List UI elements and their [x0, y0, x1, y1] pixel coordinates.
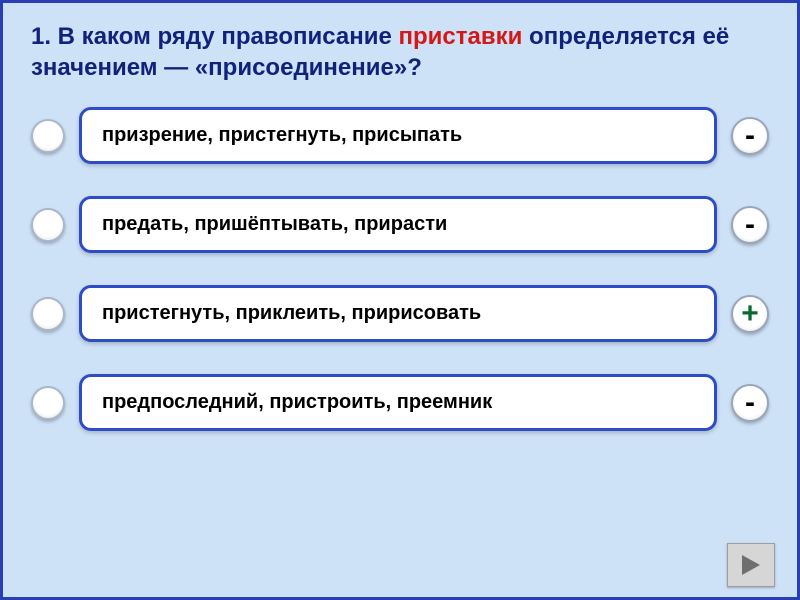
question-highlight: приставки: [399, 23, 523, 50]
result-mark: +: [731, 295, 769, 333]
mark-symbol: -: [745, 210, 755, 240]
mark-symbol: -: [745, 121, 755, 151]
radio-button[interactable]: [31, 386, 65, 420]
radio-button[interactable]: [31, 119, 65, 153]
question-text: 1. В каком ряду правописание приставки о…: [31, 21, 769, 83]
answer-text: предпоследний, пристроить, преемник: [102, 391, 492, 413]
answer-box[interactable]: призрение, пристегнуть, присыпать: [79, 107, 717, 164]
result-mark: -: [731, 206, 769, 244]
question-prefix: 1. В каком ряду правописание: [31, 23, 399, 50]
quiz-slide: 1. В каком ряду правописание приставки о…: [0, 0, 800, 600]
options-list: призрение, пристегнуть, присыпать - пред…: [31, 107, 769, 431]
play-icon: [740, 553, 762, 577]
answer-text: пристегнуть, приклеить, пририсовать: [102, 302, 481, 324]
answer-box[interactable]: пристегнуть, приклеить, пририсовать: [79, 285, 717, 342]
next-button[interactable]: [727, 543, 775, 587]
answer-text: предать, пришёптывать, прирасти: [102, 213, 447, 235]
result-mark: -: [731, 384, 769, 422]
option-row: предать, пришёптывать, прирасти -: [31, 196, 769, 253]
result-mark: -: [731, 117, 769, 155]
radio-button[interactable]: [31, 297, 65, 331]
answer-box[interactable]: предпоследний, пристроить, преемник: [79, 374, 717, 431]
mark-symbol: -: [745, 388, 755, 418]
option-row: предпоследний, пристроить, преемник -: [31, 374, 769, 431]
radio-button[interactable]: [31, 208, 65, 242]
option-row: призрение, пристегнуть, присыпать -: [31, 107, 769, 164]
answer-box[interactable]: предать, пришёптывать, прирасти: [79, 196, 717, 253]
mark-symbol: +: [741, 299, 759, 329]
answer-text: призрение, пристегнуть, присыпать: [102, 124, 462, 146]
option-row: пристегнуть, приклеить, пририсовать +: [31, 285, 769, 342]
